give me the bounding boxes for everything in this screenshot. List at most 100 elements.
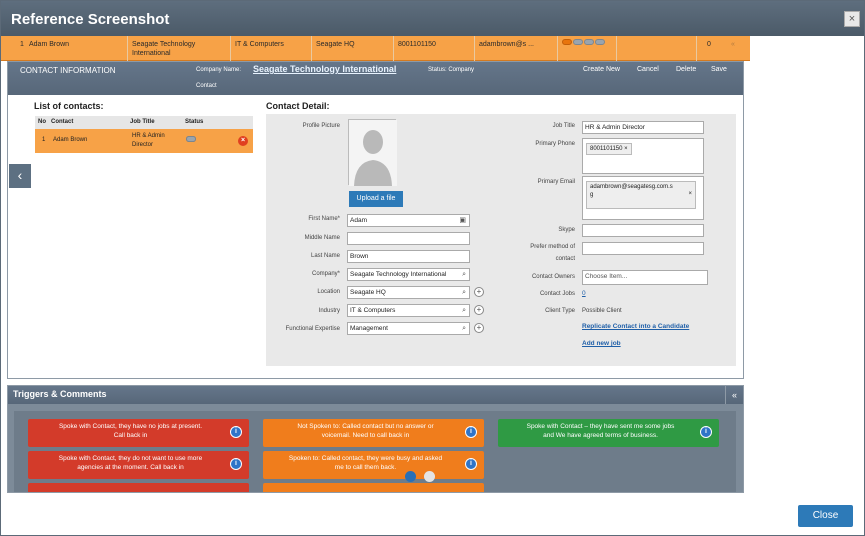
close-icon[interactable]: × [844, 11, 860, 27]
carousel-dot[interactable] [405, 471, 416, 482]
remove-tag-icon[interactable]: × [624, 146, 628, 152]
replicate-contact-link[interactable]: Replicate Contact into a Candidate [582, 323, 689, 330]
company-name-link[interactable]: Seagate Technology International [253, 64, 396, 74]
trigger-button-sent-jobs[interactable]: Spoke with Contact – they have sent me s… [498, 419, 719, 447]
phone-tag: 8001101150 × [586, 143, 632, 155]
search-icon[interactable]: ⌕ [462, 307, 466, 315]
primary-email-label: Primary Email [537, 179, 575, 185]
info-icon[interactable]: i [700, 426, 712, 438]
create-new-button[interactable]: Create New [583, 66, 620, 73]
carousel-dot[interactable] [424, 471, 435, 482]
contact-card-icon[interactable]: ▣ [459, 217, 466, 225]
location-field[interactable]: Seagate HQ ⌕ [347, 286, 470, 299]
add-industry-icon[interactable]: + [474, 305, 484, 315]
row-divider [311, 36, 312, 61]
location-value: Seagate HQ [350, 289, 386, 296]
row-location: Seagate HQ [316, 41, 355, 48]
row-job: HR & Admin Director [132, 133, 165, 148]
skype-label: Skype [558, 227, 575, 233]
company-field[interactable]: Seagate Technology International ⌕ [347, 268, 470, 281]
middle-name-label: Middle Name [304, 235, 340, 241]
search-icon[interactable]: ⌕ [462, 271, 466, 279]
trigger-button-no-jobs[interactable]: Spoke with Contact, they have no jobs at… [28, 419, 249, 447]
info-icon[interactable]: i [465, 458, 477, 470]
info-icon[interactable]: i [230, 426, 242, 438]
primary-phone-field[interactable]: 8001101150 × [582, 138, 704, 174]
info-icon[interactable]: i [465, 426, 477, 438]
company-name-label: Company Name: [196, 67, 242, 73]
triggers-body: Spoke with Contact, they have no jobs at… [14, 411, 736, 492]
location-label: Location [317, 289, 340, 295]
status-label: Status: Company [428, 67, 475, 73]
table-row[interactable]: 1 Adam Brown HR & Admin Director × [35, 129, 253, 153]
status-pill [595, 39, 605, 45]
last-name-field[interactable]: Brown [347, 250, 470, 263]
upload-file-button[interactable]: Upload a file [349, 191, 403, 207]
delete-button[interactable]: Delete [676, 66, 696, 73]
job-title-label: Job Title [552, 123, 575, 129]
avatar-silhouette-icon [349, 120, 397, 186]
row-collapse-icon[interactable]: « [731, 40, 735, 49]
col-job-title: Job Title [130, 119, 155, 125]
trigger-button-no-agencies[interactable]: Spoke with Contact, they do not want to … [28, 451, 249, 479]
trigger-text: Spoke with Contact – they have sent me s… [526, 423, 675, 430]
trigger-button-call-back[interactable]: Spoken to: Called contact, they were bus… [263, 451, 484, 479]
first-name-label: First Name* [308, 216, 340, 222]
contact-owners-select[interactable]: Choose Item... [582, 270, 708, 285]
company-label: Company* [311, 271, 340, 277]
client-type-value: Possible Client [582, 308, 622, 314]
contact-panel-header: CONTACT INFORMATION Company Name: Seagat… [8, 62, 743, 95]
contact-panel: CONTACT INFORMATION Company Name: Seagat… [7, 61, 744, 379]
row-divider [616, 36, 617, 61]
first-name-field[interactable]: Adam ▣ [347, 214, 470, 227]
add-new-job-link[interactable]: Add new job [582, 340, 621, 347]
job-title-field[interactable]: HR & Admin Director [582, 121, 704, 134]
trigger-text: agencies at the moment. Call back in [77, 464, 184, 471]
close-button[interactable]: Close [798, 505, 853, 527]
functional-expertise-field[interactable]: Management ⌕ [347, 322, 470, 335]
profile-picture [348, 119, 397, 186]
col-contact: Contact [51, 119, 74, 125]
skype-field[interactable] [582, 224, 704, 237]
contact-owners-label: Contact Owners [531, 274, 575, 280]
status-pill [584, 39, 594, 45]
contact-jobs-count[interactable]: 0 [582, 290, 586, 297]
trigger-button-partial[interactable] [28, 483, 249, 492]
contact-detail-form: Profile Picture Upload a file First Name… [266, 114, 736, 366]
triggers-title: Triggers & Comments [13, 389, 107, 399]
save-button[interactable]: Save [711, 66, 727, 73]
prefer-method-field[interactable] [582, 242, 704, 255]
row-divider [230, 36, 231, 61]
search-icon[interactable]: ⌕ [462, 325, 466, 333]
table-header: No Contact Job Title Status [35, 116, 253, 129]
primary-phone-label: Primary Phone [535, 141, 575, 147]
trigger-button-partial[interactable] [263, 483, 484, 492]
last-name-label: Last Name [310, 253, 340, 259]
back-arrow-icon[interactable]: ‹ [9, 164, 31, 188]
middle-name-field[interactable] [347, 232, 470, 245]
email-tag-value: adambrown@seagatesg.com.s [590, 184, 673, 190]
add-expertise-icon[interactable]: + [474, 323, 484, 333]
trigger-text: Spoken to: Called contact, they were bus… [288, 455, 443, 462]
email-tag-value-cont: g [590, 192, 594, 198]
add-location-icon[interactable]: + [474, 287, 484, 297]
primary-email-field[interactable]: adambrown@seagatesg.com.s g × [582, 176, 704, 220]
row-phone: 8001101150 [398, 41, 436, 48]
search-icon[interactable]: ⌕ [462, 289, 466, 297]
row-email: adambrown@s ... [479, 41, 534, 48]
modal-title: Reference Screenshot [11, 11, 170, 28]
profile-picture-label: Profile Picture [302, 123, 340, 129]
industry-field[interactable]: IT & Computers ⌕ [347, 304, 470, 317]
row-count: 0 [707, 41, 711, 48]
industry-value: IT & Computers [350, 307, 396, 314]
client-type-label: Client Type [545, 308, 575, 314]
info-icon[interactable]: i [230, 458, 242, 470]
remove-tag-icon[interactable]: × [688, 190, 692, 198]
selected-contact-row[interactable]: 1 Adam Brown Seagate Technology Internat… [1, 36, 750, 61]
cancel-button[interactable]: Cancel [637, 66, 659, 73]
trigger-button-no-answer[interactable]: Not Spoken to: Called contact but no ans… [263, 419, 484, 447]
delete-row-icon[interactable]: × [238, 136, 248, 146]
col-no: No [38, 119, 46, 125]
collapse-icon[interactable]: « [725, 386, 743, 404]
row-divider [557, 36, 558, 61]
